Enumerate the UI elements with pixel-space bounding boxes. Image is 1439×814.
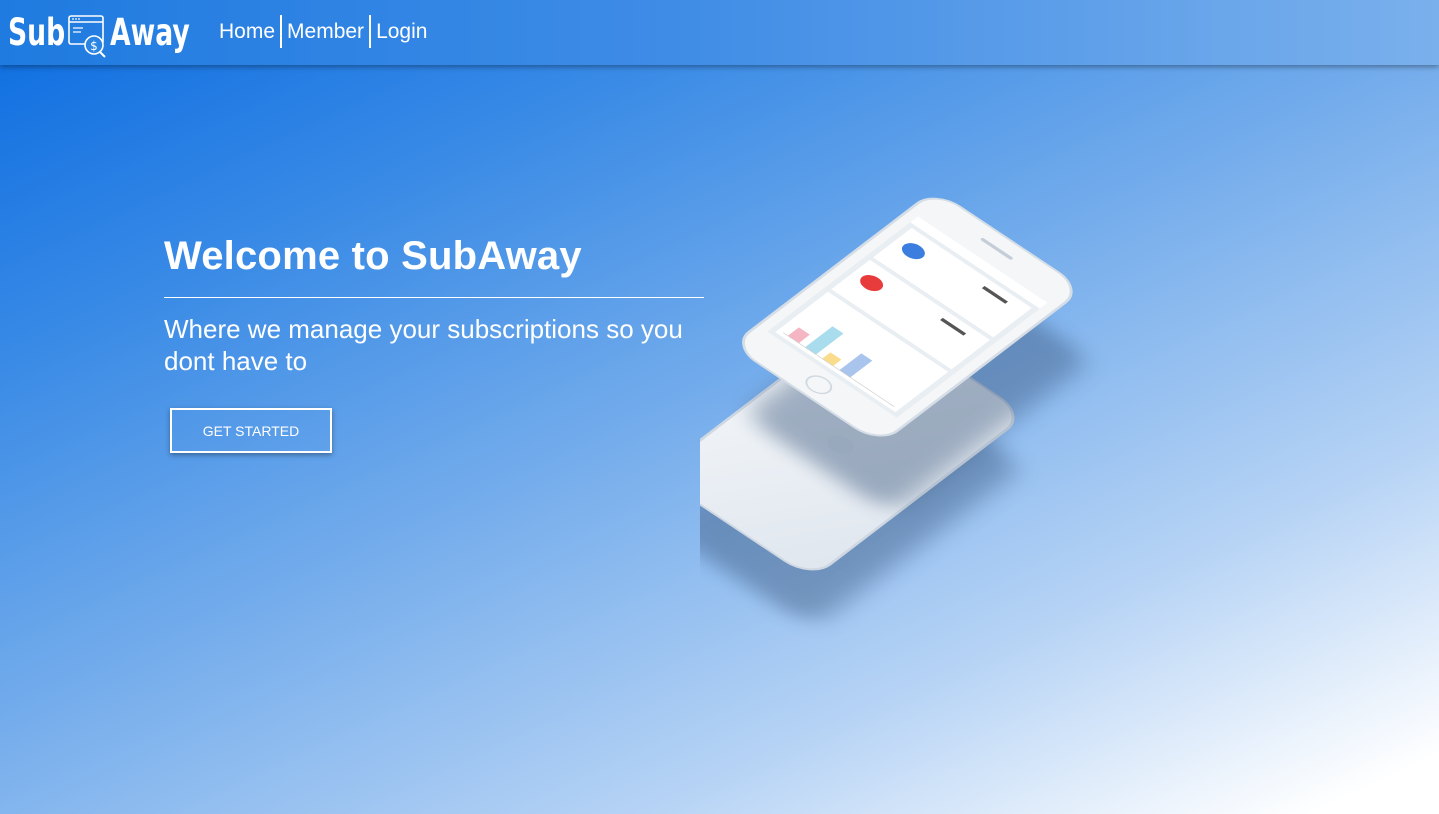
hero-subtitle: Where we manage your subscriptions so yo… (164, 314, 683, 376)
navbar: Sub $ Away Home Member Login (0, 0, 1439, 65)
main-nav: Home Member Login (219, 15, 432, 48)
hero-title: Welcome to SubAway (164, 234, 582, 278)
browser-dollar-icon: $ (68, 15, 106, 58)
nav-member[interactable]: Member (282, 15, 369, 48)
nav-login[interactable]: Login (371, 15, 432, 48)
svg-text:$: $ (90, 39, 98, 53)
hero-divider (164, 297, 704, 298)
nav-home[interactable]: Home (219, 15, 280, 48)
logo-text-right: Away (110, 11, 190, 54)
get-started-button[interactable]: GET STARTED (170, 408, 332, 453)
logo-text-left: Sub (8, 11, 66, 54)
phone-mockup-illustration (700, 197, 1082, 620)
logo[interactable]: Sub $ Away (8, 9, 194, 61)
